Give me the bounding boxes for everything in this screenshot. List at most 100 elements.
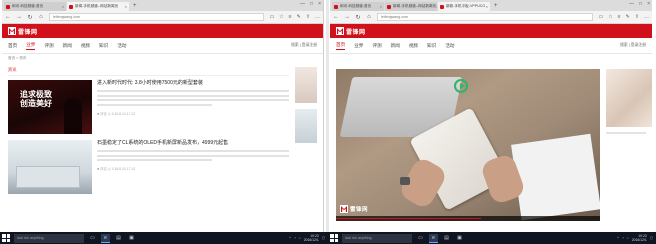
notes-icon[interactable]: ✎	[626, 14, 630, 20]
close-icon[interactable]: ×	[647, 1, 650, 7]
hub-icon[interactable]: ≡	[289, 14, 292, 20]
article-title[interactable]: 进入新时代时代: 3.8小时使用7500元的新型套装	[97, 80, 289, 86]
video-control-bar[interactable]	[336, 216, 600, 221]
site-logo-text[interactable]: 雷锋网	[18, 27, 38, 36]
nav-item-news[interactable]: 业界	[26, 42, 36, 50]
sidebar-thumbnail[interactable]	[606, 69, 652, 127]
tab-close-icon[interactable]: ×	[125, 4, 127, 9]
minimize-icon[interactable]: —	[629, 1, 634, 7]
site-logo-icon[interactable]	[8, 27, 16, 35]
login-link[interactable]: 搜索 | 登录注册	[620, 43, 646, 48]
sidebar-thumbnail[interactable]	[295, 109, 317, 143]
nav-item-latest[interactable]: 新闻	[391, 43, 400, 49]
notifications-icon[interactable]: ▢	[322, 236, 325, 240]
hub-icon[interactable]: ≡	[618, 14, 621, 20]
clock[interactable]: 10:23 2016/12/1	[632, 234, 647, 242]
play-icon[interactable]	[454, 79, 468, 93]
task-view-icon[interactable]: ▭	[88, 234, 97, 243]
clock[interactable]: 10:23 2016/12/1	[304, 234, 319, 242]
edge-browser-icon[interactable]: e	[101, 233, 110, 243]
nav-item-home[interactable]: 首页	[336, 42, 346, 50]
list-item[interactable]: 追求极致 创造美好 进入新时代时代: 3.8小时使用7500元的新型套装 ■ 评…	[8, 80, 289, 134]
tab-news-active[interactable]: 新闻-手机频道--网站新闻页 ×	[67, 2, 129, 11]
nav-item-events[interactable]: 活动	[445, 43, 454, 49]
close-icon[interactable]: ×	[318, 1, 321, 7]
share-icon[interactable]: ⇪	[306, 14, 310, 20]
nav-item-knowledge[interactable]: 知识	[99, 43, 108, 49]
favorite-star-icon[interactable]: ☆	[608, 14, 612, 20]
network-icon[interactable]: ◔	[622, 236, 624, 240]
login-link[interactable]: 搜索 | 登录注册	[291, 43, 317, 48]
minimize-icon[interactable]: —	[300, 1, 305, 7]
nav-item-knowledge[interactable]: 知识	[427, 43, 436, 49]
file-explorer-icon[interactable]: ▤	[114, 234, 123, 243]
nav-item-home[interactable]: 首页	[8, 43, 17, 49]
tab-close-icon[interactable]: ×	[380, 4, 382, 9]
right-browser-window: 和讯-科技频道-首页 × 新闻-手机频道--网站新闻页 × 新款-手机平板-VP…	[330, 0, 652, 232]
list-item[interactable]: 石墨稳定了CL系统的OLED手机新屏新品发布，4999元起售 ■ 评论 ◎ 3.…	[8, 140, 289, 194]
share-icon[interactable]: ⇪	[635, 14, 639, 20]
back-icon[interactable]: ←	[333, 14, 339, 20]
nav-item-news[interactable]: 业界	[354, 43, 363, 49]
tab-close-icon[interactable]: ×	[486, 4, 488, 9]
article-thumbnail[interactable]	[8, 140, 92, 194]
tab-news[interactable]: 新闻-手机频道--网站新闻页 ×	[385, 2, 437, 11]
store-icon[interactable]: ▣	[127, 234, 136, 243]
tab-keji[interactable]: 和讯-科技频道-首页 ×	[4, 2, 66, 11]
cortana-search-input[interactable]: Ask me anything	[14, 233, 84, 243]
network-icon[interactable]: ◔	[294, 236, 296, 240]
site-logo-icon[interactable]	[336, 27, 344, 35]
video-product-box	[511, 133, 600, 221]
task-view-icon[interactable]: ▭	[416, 234, 425, 243]
nav-item-video[interactable]: 视频	[81, 43, 90, 49]
refresh-icon[interactable]: ↻	[27, 14, 33, 21]
url-field[interactable]: leifengwang.com	[377, 13, 594, 21]
tab-close-icon[interactable]: ×	[62, 4, 64, 9]
more-icon[interactable]: …	[315, 14, 320, 20]
home-icon[interactable]: ⌂	[38, 14, 44, 20]
site-header: 雷锋网	[2, 24, 323, 38]
maximize-icon[interactable]: □	[310, 1, 313, 7]
refresh-icon[interactable]: ↻	[355, 14, 361, 21]
maximize-icon[interactable]: □	[639, 1, 642, 7]
edge-browser-icon[interactable]: e	[429, 233, 438, 243]
favorite-star-icon[interactable]: ☆	[279, 14, 283, 20]
windows-start-icon[interactable]	[330, 234, 338, 242]
new-tab-icon[interactable]: +	[130, 2, 140, 11]
nav-item-latest[interactable]: 新闻	[63, 43, 72, 49]
nav-item-review[interactable]: 评测	[372, 43, 381, 49]
cortana-search-input[interactable]: Ask me anything	[342, 233, 412, 243]
notifications-icon[interactable]: ▢	[650, 236, 653, 240]
back-icon[interactable]: ←	[5, 14, 11, 20]
address-bar: ← → ↻ ⌂ leifengwang.com ▭ ☆ ≡ ✎ ⇪ …	[330, 11, 652, 24]
article-thumbnail[interactable]: 追求极致 创造美好	[8, 80, 92, 134]
file-explorer-icon[interactable]: ▤	[442, 234, 451, 243]
nav-item-review[interactable]: 评测	[44, 43, 53, 49]
new-tab-icon[interactable]: +	[491, 2, 501, 11]
notes-icon[interactable]: ✎	[297, 14, 301, 20]
nav-item-video[interactable]: 视频	[409, 43, 418, 49]
forward-icon[interactable]: →	[16, 14, 22, 20]
article-title[interactable]: 石墨稳定了CL系统的OLED手机新屏新品发布，4999元起售	[97, 140, 289, 146]
video-player[interactable]: 雷锋网	[336, 69, 600, 221]
home-icon[interactable]: ⌂	[366, 14, 372, 20]
reading-view-icon[interactable]: ▭	[598, 14, 603, 20]
windows-start-icon[interactable]	[2, 234, 10, 242]
sidebar-thumbnail[interactable]	[295, 67, 317, 103]
site-logo-text[interactable]: 雷锋网	[346, 27, 366, 36]
tray-arrow-icon[interactable]: ^	[617, 236, 619, 240]
snap-divider[interactable]	[326, 0, 329, 232]
reading-view-icon[interactable]: ▭	[269, 14, 274, 20]
volume-icon[interactable]: ♪	[299, 236, 301, 240]
tab-product-active[interactable]: 新款-手机平板-VPPUCO ×	[438, 2, 490, 11]
more-icon[interactable]: …	[644, 14, 649, 20]
tab-close-icon[interactable]: ×	[436, 4, 437, 9]
volume-icon[interactable]: ♪	[627, 236, 629, 240]
video-progress-bar[interactable]	[336, 218, 482, 219]
nav-item-events[interactable]: 活动	[117, 43, 126, 49]
tab-keji[interactable]: 和讯-科技频道-首页 ×	[332, 2, 384, 11]
url-field[interactable]: leifengwang.com	[49, 13, 265, 21]
store-icon[interactable]: ▣	[455, 234, 464, 243]
tray-arrow-icon[interactable]: ^	[289, 236, 291, 240]
forward-icon[interactable]: →	[344, 14, 350, 20]
